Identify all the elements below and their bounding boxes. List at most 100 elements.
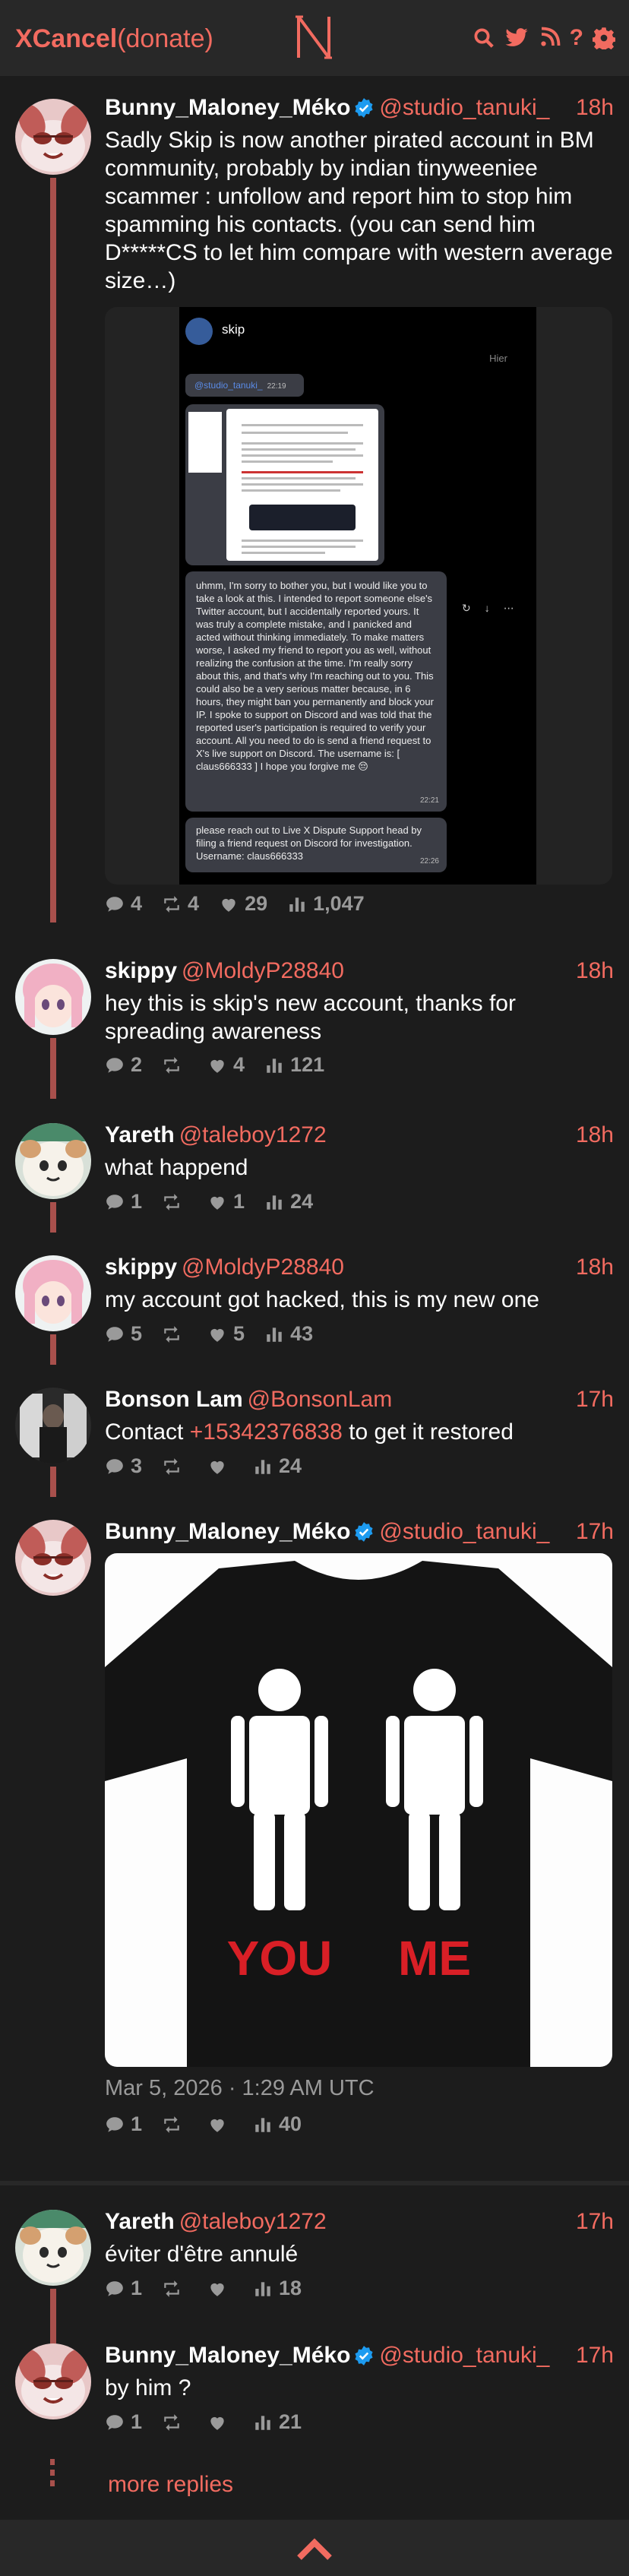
heart-icon <box>219 894 239 914</box>
reply-count[interactable]: 5 <box>105 1322 142 1346</box>
reply-count[interactable]: 1 <box>105 2112 142 2136</box>
username[interactable]: @studio_tanuki_ <box>379 2343 549 2368</box>
view-count[interactable]: 24 <box>264 1190 313 1214</box>
like-count[interactable] <box>207 2279 233 2299</box>
retweet-count[interactable] <box>162 1324 188 1344</box>
reply-count[interactable]: 1 <box>105 1190 142 1214</box>
tweet[interactable]: Bunny_Maloney_Méko @studio_tanuki_ 17h YO… <box>0 1517 629 2155</box>
reply-count[interactable]: 4 <box>105 892 142 916</box>
reply-count[interactable]: 1 <box>105 2410 142 2434</box>
avatar[interactable] <box>15 99 91 175</box>
like-count[interactable] <box>207 1457 233 1476</box>
display-name[interactable]: Yareth <box>105 1122 175 1147</box>
tweet-date[interactable]: Mar 5, 2026 · 1:29 AM UTC <box>105 2076 375 2101</box>
retweet-count[interactable] <box>162 2413 188 2432</box>
view-count[interactable]: 18 <box>253 2277 302 2300</box>
tweet-time[interactable]: 18h <box>576 956 614 986</box>
avatar[interactable] <box>15 1388 91 1464</box>
like-count[interactable]: 1 <box>207 1190 245 1214</box>
verified-badge-icon <box>353 2345 375 2366</box>
display-name[interactable]: Bunny_Maloney_Méko <box>105 95 350 120</box>
avatar[interactable] <box>15 959 91 1035</box>
display-name[interactable]: skippy <box>105 958 177 983</box>
username[interactable]: @MoldyP28840 <box>182 958 344 983</box>
like-count[interactable]: 29 <box>219 892 267 916</box>
tweet-image[interactable]: skip Hier @studio_tanuki_ 22:19 uhmm, I'… <box>105 307 612 885</box>
view-count[interactable]: 43 <box>264 1322 313 1346</box>
avatar[interactable] <box>15 2343 91 2419</box>
retweet-count[interactable] <box>162 2279 188 2299</box>
like-count[interactable]: 5 <box>207 1322 245 1346</box>
retweet-icon <box>162 1055 182 1075</box>
tweet[interactable]: skippy @MoldyP28840 18h hey this is skip's… <box>0 956 629 1099</box>
tweet-time[interactable]: 17h <box>576 1385 614 1415</box>
view-count[interactable]: 24 <box>253 1454 302 1478</box>
avatar[interactable] <box>15 1123 91 1199</box>
avatar[interactable] <box>15 1255 91 1331</box>
like-count[interactable]: 4 <box>207 1053 245 1077</box>
tweet-time[interactable]: 18h <box>576 1252 614 1283</box>
view-count[interactable]: 121 <box>264 1053 324 1077</box>
react-icon: ↻ <box>462 602 471 614</box>
phone-link[interactable]: +15342376838 <box>190 1419 343 1445</box>
tweet[interactable]: Yareth @taleboy1272 17h éviter d'être annu… <box>0 2207 629 2345</box>
display-name[interactable]: Bunny_Maloney_Méko <box>105 1519 350 1544</box>
username[interactable]: @taleboy1272 <box>179 1122 327 1147</box>
tweet-time[interactable]: 18h <box>576 1120 614 1150</box>
heart-icon <box>207 2279 227 2299</box>
tweet[interactable]: Bonson Lam @BonsonLam 17h Contact +1534237… <box>0 1385 629 1497</box>
search-icon[interactable] <box>473 27 495 49</box>
reply-count[interactable]: 1 <box>105 2277 142 2300</box>
scroll-top-icon[interactable] <box>290 2533 339 2564</box>
view-count[interactable]: 40 <box>253 2112 302 2136</box>
retweet-count[interactable] <box>162 2115 188 2135</box>
mention-bubble: @studio_tanuki_ 22:19 <box>185 374 304 397</box>
retweet-icon <box>162 2413 182 2432</box>
views-icon <box>253 2115 273 2135</box>
nitter-logo-icon[interactable] <box>292 12 335 62</box>
username[interactable]: @studio_tanuki_ <box>379 95 549 120</box>
display-name[interactable]: Bunny_Maloney_Méko <box>105 2343 350 2368</box>
username[interactable]: @MoldyP28840 <box>182 1255 344 1280</box>
display-name[interactable]: skippy <box>105 1255 177 1280</box>
reply-count[interactable]: 2 <box>105 1053 142 1077</box>
display-name[interactable]: Bonson Lam <box>105 1387 243 1412</box>
reply-count[interactable]: 3 <box>105 1454 142 1478</box>
more-replies-link[interactable]: more replies <box>108 2472 233 2498</box>
tweet-time[interactable]: 18h <box>576 93 614 123</box>
tweet[interactable]: Yareth @taleboy1272 18h what happend 1 1 2… <box>0 1120 629 1233</box>
retweet-count[interactable] <box>162 1055 188 1075</box>
avatar[interactable] <box>15 2210 91 2286</box>
username[interactable]: @taleboy1272 <box>179 2209 327 2234</box>
display-name[interactable]: Yareth <box>105 2209 175 2234</box>
tweet[interactable]: Bunny_Maloney_Méko @studio_tanuki_ 17h by… <box>0 2340 629 2450</box>
message-actions: ↻ ↓ ⋯ <box>462 602 514 615</box>
tweet[interactable]: skippy @MoldyP28840 18h my account got hac… <box>0 1252 629 1365</box>
twitter-bird-icon[interactable] <box>504 27 529 49</box>
retweet-count[interactable]: 4 <box>162 892 199 916</box>
retweet-count[interactable] <box>162 1192 188 1212</box>
heart-icon <box>207 2413 227 2432</box>
username[interactable]: @studio_tanuki_ <box>379 1519 549 1544</box>
tweet-time[interactable]: 17h <box>576 2340 614 2371</box>
tweet-stats: 1 1 24 <box>105 1190 333 1214</box>
gear-icon[interactable] <box>593 27 615 49</box>
view-count[interactable]: 21 <box>253 2410 302 2434</box>
brand-link[interactable]: XCancel(donate) <box>15 24 213 54</box>
donate-link[interactable]: (donate) <box>117 24 213 53</box>
brand-name[interactable]: XCancel <box>15 24 117 53</box>
avatar[interactable] <box>15 1520 91 1596</box>
tweet[interactable]: Bunny_Maloney_Méko @studio_tanuki_ 18h Sa… <box>0 93 629 929</box>
view-count[interactable]: 1,047 <box>287 892 365 916</box>
help-icon[interactable]: ? <box>570 23 583 53</box>
tweet-time[interactable]: 17h <box>576 1517 614 1547</box>
retweet-count[interactable] <box>162 1457 188 1476</box>
like-count[interactable] <box>207 2115 233 2135</box>
tweet-stats: 1 18 <box>105 2277 321 2300</box>
rss-icon[interactable] <box>538 27 561 49</box>
tweet-time[interactable]: 17h <box>576 2207 614 2237</box>
chat-message-text: please reach out to Live X Dispute Suppo… <box>196 824 422 862</box>
like-count[interactable] <box>207 2413 233 2432</box>
username[interactable]: @BonsonLam <box>248 1387 393 1412</box>
tweet-image[interactable]: YOU ME <box>105 1553 612 2067</box>
